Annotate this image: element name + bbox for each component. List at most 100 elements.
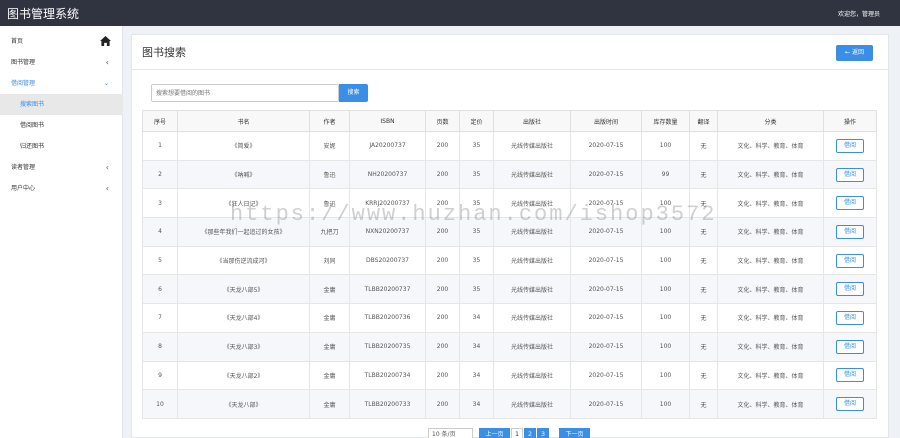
sidebar-item-label: 借阅图书 bbox=[20, 122, 45, 129]
divider bbox=[132, 69, 888, 70]
chevron-left-icon: ‹ bbox=[105, 163, 109, 172]
table-cell: NH20200737 bbox=[349, 159, 426, 190]
sidebar-item-borrow-books[interactable]: 借阅图书 bbox=[0, 115, 123, 136]
table-cell: 100 bbox=[641, 331, 690, 362]
table-cell: 34 bbox=[459, 331, 494, 362]
sidebar-item-return-books[interactable]: 归还图书 bbox=[0, 136, 123, 157]
borrow-button[interactable]: 借阅 bbox=[836, 224, 864, 239]
table-cell-action: 借阅 bbox=[823, 217, 877, 247]
table-cell: TLBB20200736 bbox=[349, 303, 426, 333]
chevron-left-icon: ‹ bbox=[105, 58, 109, 67]
sidebar-item-reader-management[interactable]: 读者管理 ‹ bbox=[0, 157, 123, 178]
user-greeting[interactable]: 欢迎您，管理员 bbox=[838, 9, 880, 18]
table-cell: 5 bbox=[142, 245, 178, 276]
table-cell: 光线传媒出版社 bbox=[493, 360, 571, 391]
table-cell: 6 bbox=[142, 274, 178, 305]
table-cell: 200 bbox=[425, 245, 460, 276]
table-cell: 《天龙八部2》 bbox=[177, 360, 310, 391]
table-cell: 9 bbox=[142, 360, 178, 391]
table-cell: 《天龙八部4》 bbox=[177, 303, 310, 333]
table-cell: JA20200737 bbox=[349, 131, 426, 161]
table-cell: 《当那伤逆流成河》 bbox=[177, 245, 310, 276]
table-row: 2 《呐喊》 鲁迅 NH20200737 200 35 光线传媒出版社 2020-07-15 9… bbox=[142, 159, 877, 190]
borrow-button[interactable]: 借阅 bbox=[836, 310, 864, 325]
table-cell: 《天龙八部》 bbox=[177, 389, 310, 419]
table-cell: 光线传媒出版社 bbox=[493, 274, 571, 305]
table-cell: 2020-07-15 bbox=[570, 331, 642, 362]
borrow-button[interactable]: 借阅 bbox=[836, 397, 864, 412]
page-1-button[interactable]: 1 bbox=[511, 428, 523, 438]
search-input[interactable] bbox=[151, 84, 339, 102]
table-cell: 文化、科学、教育、体育 bbox=[717, 245, 824, 276]
sidebar-item-search-books[interactable]: 搜索图书 bbox=[0, 94, 123, 115]
table-cell: 8 bbox=[142, 331, 178, 362]
table-cell: 无 bbox=[689, 159, 718, 190]
home-icon bbox=[100, 36, 111, 46]
table-row: 9 《天龙八部2》 金庸 TLBB20200734 200 34 光线传媒出版社 2020-0… bbox=[142, 360, 877, 391]
table-cell-action: 借阅 bbox=[823, 389, 877, 419]
table-cell: 金庸 bbox=[309, 274, 350, 305]
table-cell-action: 借阅 bbox=[823, 303, 877, 333]
sidebar-item-label: 图书管理 bbox=[11, 59, 36, 66]
table-cell: 4 bbox=[142, 217, 178, 247]
column-header: 翻译 bbox=[689, 110, 718, 132]
column-header: 操作 bbox=[823, 110, 877, 132]
column-header: 出版时间 bbox=[570, 110, 642, 132]
table-header-row: 序号 书名 作者 ISBN 页数 定价 出版社 出版时间 库存数量 翻译 分类 … bbox=[142, 110, 877, 132]
table-cell: 文化、科学、教育、体育 bbox=[717, 188, 824, 219]
table-cell: 34 bbox=[459, 360, 494, 391]
table-cell: 无 bbox=[689, 389, 718, 419]
page-size-select[interactable]: 10 条/页 bbox=[428, 428, 473, 438]
table-cell: 文化、科学、教育、体育 bbox=[717, 360, 824, 391]
table-row: 8 《天龙八部3》 金庸 TLBB20200735 200 34 光线传媒出版社 2020-0… bbox=[142, 331, 877, 362]
sidebar-item-user-center[interactable]: 用户中心 ‹ bbox=[0, 178, 123, 199]
table-cell-action: 借阅 bbox=[823, 360, 877, 391]
back-button[interactable]: ← 返回 bbox=[836, 45, 873, 61]
page-3-button[interactable]: 3 bbox=[537, 428, 549, 438]
borrow-button[interactable]: 借阅 bbox=[836, 368, 864, 383]
table-cell-action: 借阅 bbox=[823, 188, 877, 219]
table-cell: 金庸 bbox=[309, 389, 350, 419]
column-header: 书名 bbox=[177, 110, 310, 132]
borrow-button[interactable]: 借阅 bbox=[836, 196, 864, 211]
prev-page-button[interactable]: 上一页 bbox=[479, 428, 510, 438]
table-cell: 10 bbox=[142, 389, 178, 419]
table-cell: 文化、科学、教育、体育 bbox=[717, 274, 824, 305]
table-cell: 金庸 bbox=[309, 303, 350, 333]
sidebar-item-label: 读者管理 bbox=[11, 164, 36, 171]
table-cell: 7 bbox=[142, 303, 178, 333]
table-cell: 光线传媒出版社 bbox=[493, 131, 571, 161]
sidebar-item-book-management[interactable]: 图书管理 ‹ bbox=[0, 52, 123, 73]
table-cell: 2020-07-15 bbox=[570, 360, 642, 391]
table-cell: 金庸 bbox=[309, 360, 350, 391]
table-cell: TLBB20200733 bbox=[349, 389, 426, 419]
table-cell: 200 bbox=[425, 159, 460, 190]
borrow-button[interactable]: 借阅 bbox=[836, 167, 864, 182]
sidebar-item-borrow-management[interactable]: 借阅管理 ⌄ bbox=[0, 73, 123, 94]
app-title: 图书管理系统 bbox=[7, 7, 80, 21]
borrow-button[interactable]: 借阅 bbox=[836, 339, 864, 354]
search-button[interactable]: 搜索 bbox=[339, 84, 368, 102]
table-cell: 文化、科学、教育、体育 bbox=[717, 331, 824, 362]
table-cell: TLBB20200735 bbox=[349, 331, 426, 362]
borrow-button[interactable]: 借阅 bbox=[836, 138, 864, 153]
table-row: 10 《天龙八部》 金庸 TLBB20200733 200 34 光线传媒出版社 2020-0… bbox=[142, 389, 877, 419]
table-cell: 无 bbox=[689, 360, 718, 391]
column-header: 分类 bbox=[717, 110, 824, 132]
table-cell: 无 bbox=[689, 303, 718, 333]
sidebar-item-home[interactable]: 首页 bbox=[0, 31, 123, 52]
table-cell: 《简爱》 bbox=[177, 131, 310, 161]
page-title: 图书搜索 bbox=[142, 46, 186, 59]
watermark-text: https://www.huzhan.com/ishop3572 bbox=[230, 202, 717, 227]
table-cell: 2020-07-15 bbox=[570, 159, 642, 190]
next-page-button[interactable]: 下一页 bbox=[559, 428, 590, 438]
table-cell: 100 bbox=[641, 131, 690, 161]
table-cell: 3 bbox=[142, 188, 178, 219]
column-header: 库存数量 bbox=[641, 110, 690, 132]
borrow-button[interactable]: 借阅 bbox=[836, 253, 864, 268]
table-cell: 34 bbox=[459, 389, 494, 419]
borrow-button[interactable]: 借阅 bbox=[836, 282, 864, 297]
table-cell: 200 bbox=[425, 389, 460, 419]
page-2-button[interactable]: 2 bbox=[524, 428, 536, 438]
table-cell-action: 借阅 bbox=[823, 131, 877, 161]
